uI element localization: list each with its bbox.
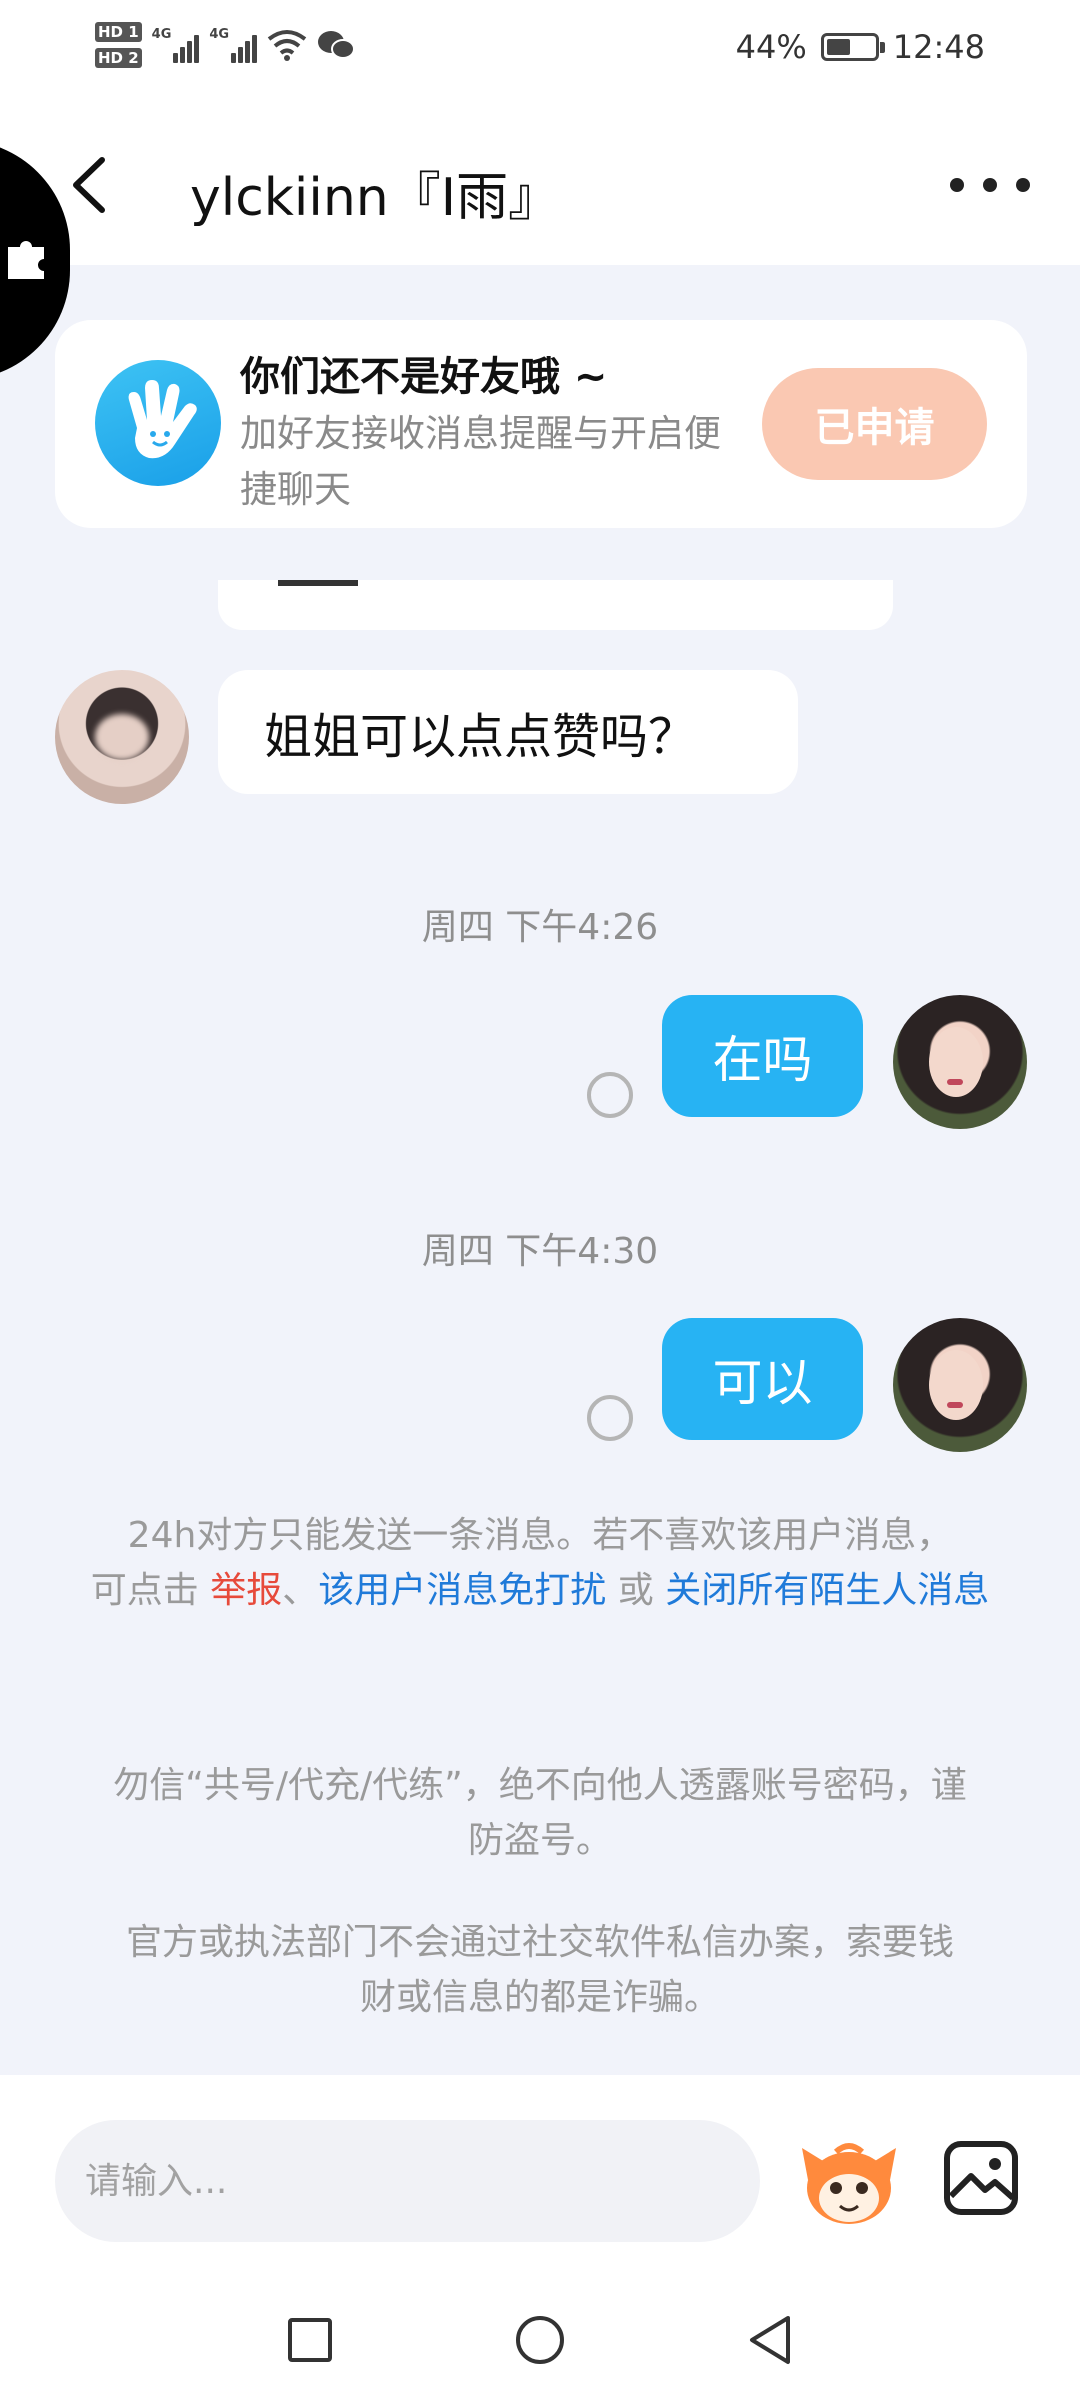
message-input-bar bbox=[0, 2075, 1080, 2270]
incoming-message[interactable]: 姐姐可以点点赞吗？ bbox=[218, 670, 798, 794]
system-nav-bar bbox=[0, 2270, 1080, 2400]
emoji-mascot-icon[interactable] bbox=[798, 2130, 900, 2230]
mute-user-link[interactable]: 该用户消息免打扰 bbox=[318, 1570, 606, 1611]
account-safety-notice: 勿信“共号/代充/代练”，绝不向他人透露账号密码，谨防盗号。 bbox=[113, 1765, 967, 1861]
previous-message-bubble bbox=[218, 580, 893, 630]
puzzle-icon bbox=[8, 241, 44, 279]
message-input[interactable] bbox=[55, 2120, 760, 2242]
signal-icon: 4G bbox=[152, 27, 200, 63]
signal-icon: 4G bbox=[209, 27, 258, 63]
battery-percent: 44% bbox=[735, 28, 807, 66]
hd1-badge: HD 1 bbox=[95, 22, 142, 42]
status-icons-right: 44% 12:48 bbox=[736, 28, 985, 66]
clock: 12:48 bbox=[892, 28, 985, 66]
banner-title: 你们还不是好友哦 ~ bbox=[240, 354, 608, 400]
peer-avatar[interactable] bbox=[55, 670, 189, 804]
stranger-limit-notice: 24h对方只能发送一条消息。若不喜欢该用户消息， 可点击 举报、该用户消息免打扰… bbox=[90, 1515, 990, 1611]
self-avatar[interactable] bbox=[893, 1318, 1027, 1452]
status-icons-left: HD 1 HD 2 4G 4G bbox=[95, 22, 356, 68]
image-icon[interactable] bbox=[943, 2140, 1019, 2216]
back-icon[interactable] bbox=[62, 150, 122, 220]
more-icon[interactable] bbox=[950, 165, 1030, 205]
unread-status-icon bbox=[587, 1072, 633, 1118]
banner-description: 加好友接收消息提醒与开启便捷聊天 bbox=[240, 412, 721, 511]
applied-button[interactable]: 已申请 bbox=[762, 368, 987, 480]
battery-icon bbox=[820, 33, 885, 61]
chat-header: ylckiinn『I雨』 bbox=[0, 105, 1080, 265]
wifi-icon bbox=[267, 30, 307, 61]
timestamp: 周四 下午4:26 bbox=[421, 907, 659, 948]
wave-hand-icon bbox=[95, 360, 221, 486]
square-nav-icon[interactable] bbox=[280, 2310, 340, 2370]
not-friend-banner: 你们还不是好友哦 ~ 加好友接收消息提醒与开启便捷聊天 已申请 bbox=[55, 320, 1027, 528]
close-strangers-link[interactable]: 关闭所有陌生人消息 bbox=[665, 1570, 989, 1611]
fraud-warning-notice: 官方或执法部门不会通过社交软件私信办案，索要钱财或信息的都是诈骗。 bbox=[125, 1922, 954, 2018]
report-link[interactable]: 举报 bbox=[210, 1570, 282, 1611]
back-triangle-icon[interactable] bbox=[740, 2310, 800, 2370]
unread-status-icon bbox=[587, 1395, 633, 1441]
timestamp: 周四 下午4:30 bbox=[421, 1231, 659, 1272]
status-bar: HD 1 HD 2 4G 4G 44% 12:48 bbox=[0, 0, 1080, 105]
home-circle-icon[interactable] bbox=[510, 2310, 570, 2370]
chat-title: ylckiinn『I雨』 bbox=[190, 168, 561, 228]
hd2-badge: HD 2 bbox=[95, 48, 142, 68]
self-avatar[interactable] bbox=[893, 995, 1027, 1129]
outgoing-message[interactable]: 可以 bbox=[662, 1318, 863, 1440]
wechat-icon bbox=[318, 31, 356, 59]
outgoing-message[interactable]: 在吗 bbox=[662, 995, 863, 1117]
